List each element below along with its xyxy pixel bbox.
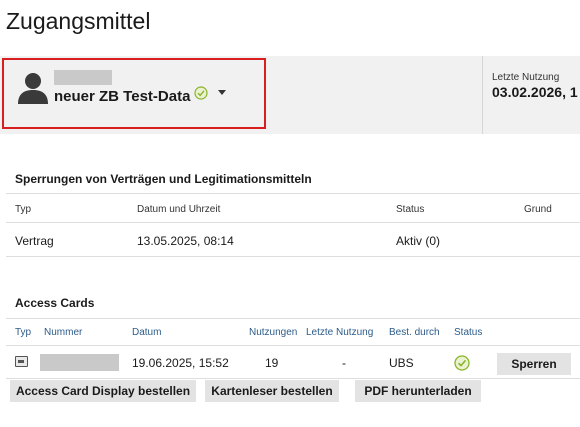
- cards-header-bestellt[interactable]: Best. durch: [389, 327, 440, 338]
- blocks-header-status: Status: [396, 204, 425, 215]
- blocks-divider-top: [6, 193, 580, 194]
- cards-header-letzte-nutzung[interactable]: Letzte Nutzung: [306, 327, 373, 338]
- blocks-row-status: Aktiv (0): [396, 234, 441, 248]
- page-title: Zugangsmittel: [6, 8, 151, 34]
- order-display-button[interactable]: Access Card Display bestellen: [10, 380, 196, 402]
- blocks-section-title: Sperrungen von Verträgen und Legitimatio…: [15, 172, 312, 186]
- cards-row-letzte-nutzung: -: [342, 356, 346, 370]
- redacted-user-id: [54, 70, 112, 85]
- verified-check-icon: [194, 86, 208, 100]
- blocks-divider-bottom: [6, 256, 580, 257]
- cards-header-typ[interactable]: Typ: [15, 327, 31, 338]
- user-avatar-icon: [18, 73, 48, 104]
- header-divider: [482, 56, 483, 134]
- cards-header-nummer[interactable]: Nummer: [44, 327, 82, 338]
- cards-row-datum: 19.06.2025, 15:52: [132, 356, 229, 370]
- redacted-card-number: [40, 354, 119, 371]
- block-card-button[interactable]: Sperren: [497, 353, 571, 375]
- cards-divider-bottom: [6, 378, 580, 379]
- cards-divider-header: [6, 345, 580, 346]
- blocks-divider-header: [6, 222, 580, 223]
- user-name: neuer ZB Test-Data: [54, 88, 191, 105]
- last-use-value: 03.02.2026, 1: [492, 84, 578, 100]
- status-ok-icon: [454, 355, 470, 371]
- blocks-row-typ: Vertrag: [15, 234, 54, 248]
- cards-divider-top: [6, 318, 580, 319]
- cards-section-title: Access Cards: [15, 296, 95, 310]
- cards-row-nutzungen: 19: [265, 356, 279, 370]
- last-use-label: Letzte Nutzung: [492, 72, 560, 83]
- order-card-reader-button[interactable]: Kartenleser bestellen: [205, 380, 339, 402]
- cards-header-status[interactable]: Status: [454, 327, 482, 338]
- cards-header-nutzungen[interactable]: Nutzungen: [249, 327, 297, 338]
- blocks-header-typ: Typ: [15, 204, 32, 215]
- download-pdf-button[interactable]: PDF herunterladen: [355, 380, 481, 402]
- blocks-header-datum: Datum und Uhrzeit: [137, 204, 221, 215]
- blocks-row-datum: 13.05.2025, 08:14: [137, 234, 234, 248]
- chevron-down-icon[interactable]: [218, 90, 226, 95]
- card-type-icon: [15, 356, 28, 367]
- cards-header-datum[interactable]: Datum: [132, 327, 161, 338]
- blocks-header-grund: Grund: [524, 204, 552, 215]
- cards-row-bestellt: UBS: [389, 356, 414, 370]
